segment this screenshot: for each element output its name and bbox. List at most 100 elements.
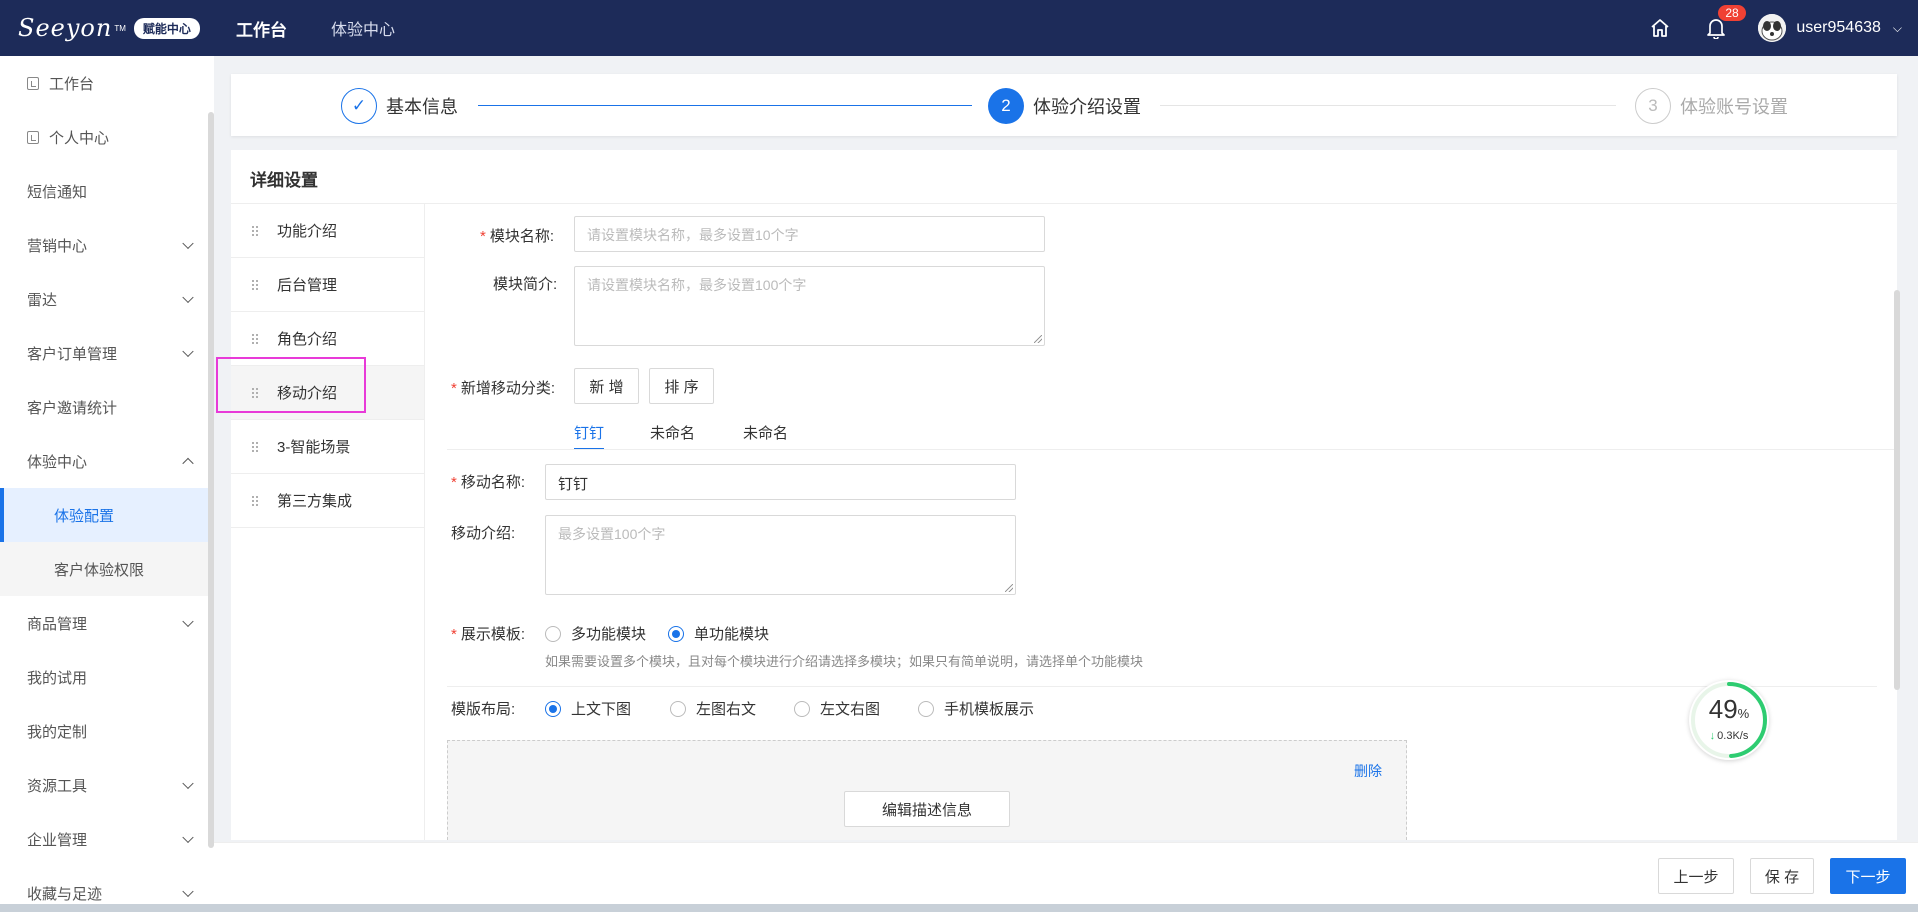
drag-handle-icon[interactable] xyxy=(251,278,259,291)
module-label: 功能介绍 xyxy=(277,223,338,240)
module-item[interactable]: 3-智能场景 xyxy=(231,420,424,474)
layout-radio-left-image[interactable]: 左图右文 xyxy=(670,698,756,719)
sidebar-item-products[interactable]: 商品管理 xyxy=(0,596,214,650)
radio-icon[interactable] xyxy=(545,625,561,642)
required-mark: * xyxy=(451,626,457,643)
sidebar-item-enterprise[interactable]: 企业管理 xyxy=(0,812,214,866)
sidebar-item-my-trials[interactable]: 我的试用 xyxy=(0,650,214,704)
required-mark: * xyxy=(451,474,457,491)
drag-handle-icon[interactable] xyxy=(251,494,259,507)
layout-label: 模版布局: xyxy=(451,701,516,718)
sidebar-item-sms[interactable]: 短信通知 xyxy=(0,164,214,218)
topnav-workbench[interactable]: 工作台 xyxy=(214,16,309,41)
sidebar-item-orders[interactable]: 客户订单管理 xyxy=(0,326,214,380)
check-icon: ✓ xyxy=(341,88,377,124)
next-button[interactable]: 下一步 xyxy=(1830,858,1906,894)
label-text: 模版布局 xyxy=(451,701,512,718)
module-label: 后台管理 xyxy=(277,277,338,294)
radio-label: 左图右文 xyxy=(696,701,757,718)
network-monitor-widget[interactable]: 49% ↓ 0.3K/s xyxy=(1689,680,1769,760)
prev-button[interactable]: 上一步 xyxy=(1658,858,1734,894)
module-item[interactable]: 功能介绍 xyxy=(231,204,424,258)
tab-dingding[interactable]: 钉钉 xyxy=(574,422,605,450)
percent-sign: % xyxy=(1737,706,1750,721)
chevron-down-icon xyxy=(182,777,194,790)
step-basic-info[interactable]: ✓ 基本信息 xyxy=(341,88,458,124)
module-intro-label: 模块简介: xyxy=(493,276,558,293)
resize-handle-icon[interactable] xyxy=(1034,335,1042,343)
home-icon xyxy=(1651,19,1669,37)
module-list: 功能介绍 后台管理 角色介绍 移动介绍 3-智能场景 第三方集成 xyxy=(231,204,425,840)
step-account-settings[interactable]: 3 体验账号设置 xyxy=(1635,88,1788,124)
sidebar-item-workbench[interactable]: 工作台 xyxy=(0,56,214,110)
tab-unnamed-1[interactable]: 未命名 xyxy=(650,422,695,443)
sidebar-item-personal-center[interactable]: 个人中心 xyxy=(0,110,214,164)
step-line-pending xyxy=(1160,105,1616,106)
radio-label: 手机模板展示 xyxy=(944,701,1035,718)
module-name-input[interactable]: 请设置模块名称，最多设置10个字 xyxy=(574,216,1045,252)
drag-handle-icon[interactable] xyxy=(251,332,259,345)
radio-icon[interactable] xyxy=(918,700,934,717)
taskbar-strip xyxy=(0,904,1918,912)
drag-handle-icon[interactable] xyxy=(251,224,259,237)
mobile-name-input[interactable]: 钉钉 xyxy=(545,464,1016,500)
sidebar-item-marketing[interactable]: 营销中心 xyxy=(0,218,214,272)
chevron-down-icon[interactable]: ⌵ xyxy=(1893,21,1902,36)
radio-checked-icon[interactable] xyxy=(545,700,561,717)
topnav-experience-center[interactable]: 体验中心 xyxy=(309,16,417,40)
sidebar-item-resources[interactable]: 资源工具 xyxy=(0,758,214,812)
home-button[interactable] xyxy=(1632,0,1688,56)
avatar-icon xyxy=(1758,14,1787,42)
step-intro-settings[interactable]: 2 体验介绍设置 xyxy=(988,88,1141,124)
avatar[interactable] xyxy=(1758,14,1787,42)
sidebar-item-my-custom[interactable]: 我的定制 xyxy=(0,704,214,758)
logo-badge: 赋能中心 xyxy=(133,17,200,39)
steps-bar: ✓ 基本信息 2 体验介绍设置 3 体验账号设置 xyxy=(231,74,1897,136)
sidebar-item-invite-stats[interactable]: 客户邀请统计 xyxy=(0,380,214,434)
radio-icon[interactable] xyxy=(794,700,810,717)
label-text: 移动介绍 xyxy=(451,525,512,542)
sidebar-item-label: 营销中心 xyxy=(27,237,88,255)
label-text: 模块简介 xyxy=(493,276,554,293)
edit-description-button[interactable]: 编辑描述信息 xyxy=(844,791,1010,827)
save-button[interactable]: 保 存 xyxy=(1750,858,1814,894)
mobile-intro-textarea[interactable]: 最多设置100个字 xyxy=(545,515,1016,595)
template-hint: 如果需要设置多个模块，且对每个模块进行介绍请选择多模块；如果只有简单说明，请选择… xyxy=(545,654,1144,669)
radio-icon[interactable] xyxy=(670,700,686,717)
radio-checked-icon[interactable] xyxy=(668,625,684,642)
sidebar-item-experience-config[interactable]: 体验配置 xyxy=(0,488,214,542)
notification-button[interactable]: 28 xyxy=(1688,0,1746,56)
add-category-button[interactable]: 新 增 xyxy=(574,368,639,404)
radio-label: 多功能模块 xyxy=(571,626,647,643)
layout-radio-mobile[interactable]: 手机模板展示 xyxy=(918,698,1034,719)
drag-handle-icon[interactable] xyxy=(251,440,259,453)
form-area: * 模块名称: 请设置模块名称，最多设置10个字 模块简介: 请设置模块名称，最多… xyxy=(425,204,1897,840)
template-radio-multi[interactable]: 多功能模块 xyxy=(545,623,646,644)
sidebar-item-radar[interactable]: 雷达 xyxy=(0,272,214,326)
template-divider xyxy=(447,686,1877,687)
bottom-bar: 上一步 保 存 下一步 xyxy=(214,842,1918,904)
step-line-done xyxy=(478,105,972,106)
notification-badge: 28 xyxy=(1718,5,1746,21)
delete-link[interactable]: 删除 xyxy=(1354,761,1382,781)
step-label: 基本信息 xyxy=(386,97,458,117)
chevron-down-icon xyxy=(182,291,194,304)
sidebar-item-experience-center[interactable]: 体验中心 xyxy=(0,434,214,488)
sort-category-button[interactable]: 排 序 xyxy=(649,368,714,404)
detail-panel: 详细设置 功能介绍 后台管理 角色介绍 移动介绍 3-智能场景 第三方集成 * 模… xyxy=(231,150,1897,840)
logo[interactable]: Seeyon TM 赋能中心 xyxy=(0,0,214,56)
username[interactable]: user954638 xyxy=(1796,19,1881,37)
module-item[interactable]: 第三方集成 xyxy=(231,474,424,528)
description-box: 删除 编辑描述信息 xyxy=(447,740,1407,840)
module-intro-textarea[interactable]: 请设置模块名称，最多设置100个字 xyxy=(574,266,1045,346)
sidebar-scrollbar[interactable] xyxy=(208,112,214,848)
template-radio-single[interactable]: 单功能模块 xyxy=(668,623,769,644)
layout-radio-left-text[interactable]: 左文右图 xyxy=(794,698,880,719)
layout-radio-top-text[interactable]: 上文下图 xyxy=(545,698,631,719)
content-scrollbar[interactable] xyxy=(1894,290,1900,690)
tab-unnamed-2[interactable]: 未命名 xyxy=(743,422,788,443)
module-item[interactable]: 后台管理 xyxy=(231,258,424,312)
tabs-divider xyxy=(447,449,1897,450)
resize-handle-icon[interactable] xyxy=(1005,584,1013,592)
sidebar-item-customer-permission[interactable]: 客户体验权限 xyxy=(0,542,214,596)
